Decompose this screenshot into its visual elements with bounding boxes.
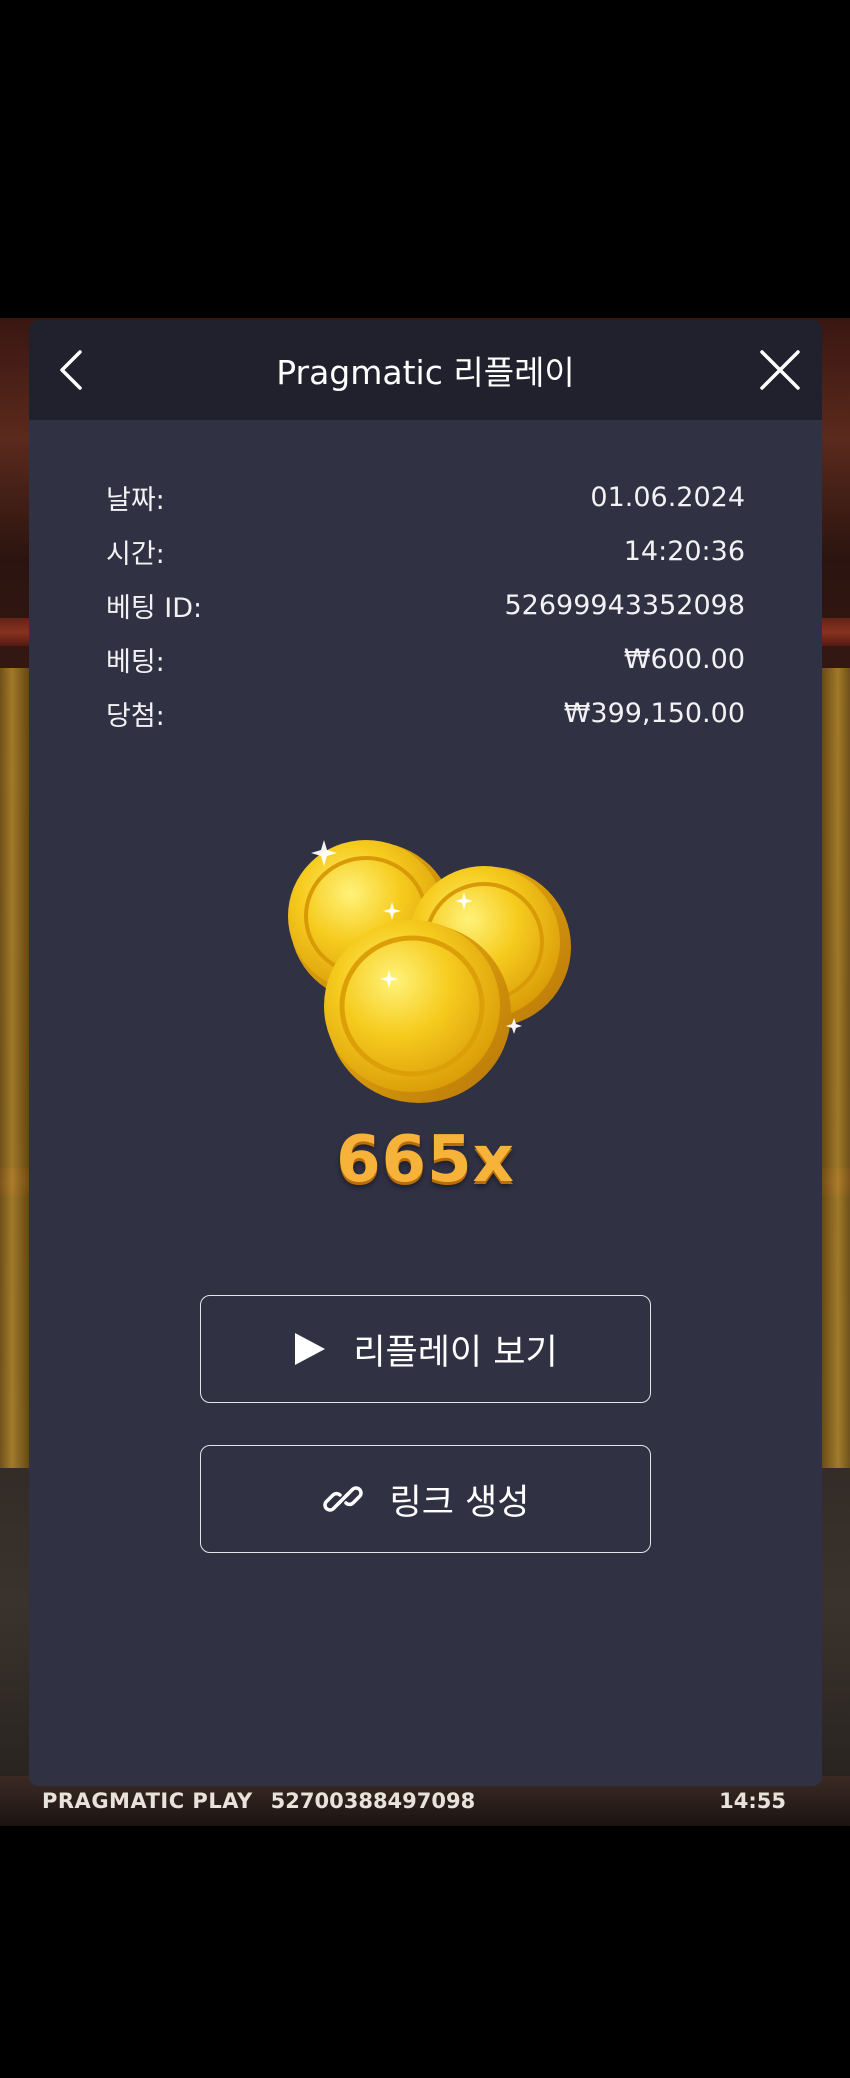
time-label: 시간: [106,538,165,570]
view-replay-label: 리플레이 보기 [353,1332,558,1373]
decor-pillar-left [0,668,30,1468]
win-multiplier: 665x [336,1123,515,1197]
back-button[interactable] [43,342,99,398]
view-replay-button[interactable]: 리플레이 보기 [200,1295,651,1403]
info-row-bet: 베팅: ₩600.00 [106,632,745,686]
modal-header: Pragmatic 리플레이 [29,320,822,420]
date-label: 날짜: [106,484,165,516]
bet-id-value: 52699943352098 [504,589,746,621]
modal-title: Pragmatic 리플레이 [276,353,575,392]
create-link-label: 링크 생성 [389,1482,530,1523]
time-value: 14:20:36 [623,535,745,567]
bet-label: 베팅: [106,646,165,678]
footer-brand: PRAGMATIC PLAY [42,1789,253,1813]
win-value: ₩399,150.00 [563,697,745,729]
bet-info-list: 날짜: 01.06.2024 시간: 14:20:36 베팅 ID: 52699… [106,470,745,740]
close-icon [760,350,800,390]
play-icon [293,1331,327,1367]
create-link-button[interactable]: 링크 생성 [200,1445,651,1553]
replay-modal: Pragmatic 리플레이 날짜: 01.06.2024 시간: 14:20:… [29,320,822,1786]
decor-pillar-right [820,668,850,1468]
footer-round-id: 52700388497098 [270,1789,476,1813]
bet-value: ₩600.00 [623,643,745,675]
info-row-win: 당첨: ₩399,150.00 [106,686,745,740]
info-row-time: 시간: 14:20:36 [106,524,745,578]
info-row-bet-id: 베팅 ID: 52699943352098 [106,578,745,632]
close-button[interactable] [752,342,808,398]
link-icon [322,1478,364,1520]
info-row-date: 날짜: 01.06.2024 [106,470,745,524]
footer-clock: 14:55 [719,1789,786,1813]
win-label: 당첨: [106,700,165,732]
chevron-left-icon [60,350,82,390]
bet-id-label: 베팅 ID: [106,592,203,624]
date-value: 01.06.2024 [590,481,745,513]
gold-coins-icon [288,840,571,1103]
